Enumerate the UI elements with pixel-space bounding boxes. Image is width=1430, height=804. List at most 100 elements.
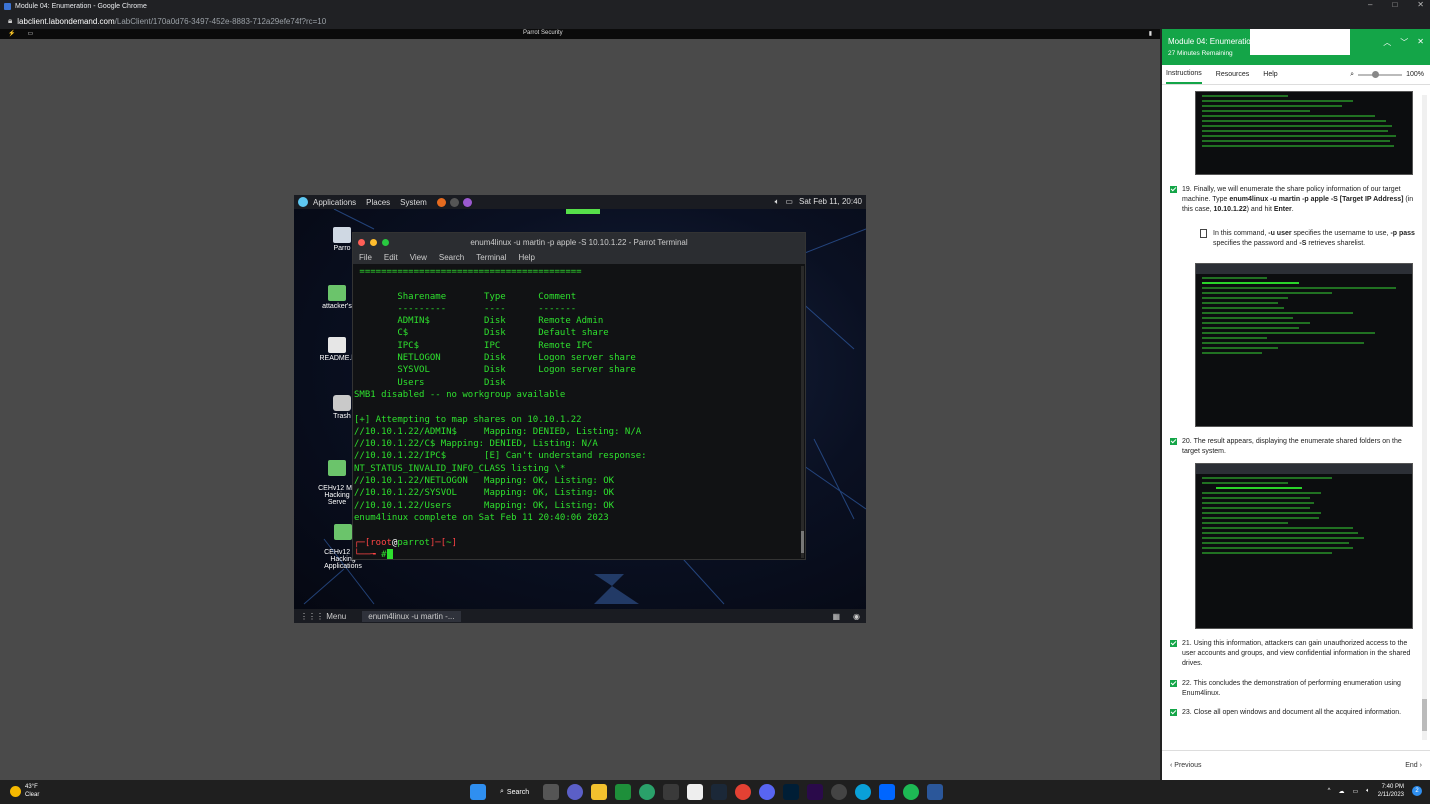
checkbox-checked-icon[interactable] xyxy=(1170,709,1177,716)
xbox-icon[interactable] xyxy=(615,784,632,800)
taskbar-search[interactable]: ⌕ Search xyxy=(494,788,535,796)
scrollbar-thumb[interactable] xyxy=(801,531,804,553)
vm-menu-label: Menu xyxy=(326,611,347,621)
zoom-slider[interactable] xyxy=(1358,70,1403,78)
taskbar-terminal-task[interactable]: enum4linux -u martin -... xyxy=(362,610,461,622)
panel-scrollbar[interactable] xyxy=(1422,95,1427,740)
network-icon[interactable]: ▭ xyxy=(1352,788,1358,795)
panel-scrollbar-thumb[interactable] xyxy=(1422,699,1427,731)
onedrive-icon[interactable]: ☁ xyxy=(1338,788,1344,795)
volume-icon[interactable]: 🔈︎ xyxy=(775,197,780,207)
previous-label: Previous xyxy=(1174,762,1202,769)
lightning-icon[interactable]: ⚡ xyxy=(8,30,15,37)
terminal-menu-view[interactable]: View xyxy=(410,253,427,262)
search-icon[interactable]: ⌕ xyxy=(1350,71,1354,79)
notepad-icon[interactable] xyxy=(687,784,704,800)
prompt-bracket: ] xyxy=(451,537,457,548)
weather-widget[interactable]: 43°F Clear xyxy=(10,783,39,799)
screenshot-thumbnail-result[interactable] xyxy=(1195,463,1413,629)
tab-resources[interactable]: Resources xyxy=(1216,66,1249,83)
photoshop-icon[interactable] xyxy=(783,784,800,800)
terminal-line: C$ Disk Default share xyxy=(354,328,609,339)
discord-icon[interactable] xyxy=(759,784,776,800)
terminal-line: //10.10.1.22/SYSVOL Mapping: OK, Listing… xyxy=(354,488,615,499)
previous-button[interactable]: ‹ Previous xyxy=(1170,762,1202,769)
vm-menu-button[interactable]: ⋮⋮⋮ Menu xyxy=(300,612,346,621)
machine-name[interactable]: Parrot Security xyxy=(523,30,563,36)
tray-chevron-icon[interactable]: ^ xyxy=(1328,788,1331,794)
vm-clock: Sat Feb 11, 20:40 xyxy=(798,197,862,206)
trash-icon xyxy=(333,395,351,411)
terminal-line: [+] Attempting to map shares on 10.10.1.… xyxy=(354,414,582,425)
terminal-scrollbar[interactable] xyxy=(801,266,804,558)
firefox-icon[interactable] xyxy=(436,197,446,207)
lab-toolbar: ⚡ ▭ Parrot Security ▮ xyxy=(0,29,1160,39)
note-b: specifies the username to use, xyxy=(1291,230,1391,237)
folder-icon xyxy=(334,524,352,540)
address-bar[interactable]: 🔒︎ labclient.labondemand.com /LabClient/… xyxy=(0,13,1430,29)
tab-instructions[interactable]: Instructions xyxy=(1166,65,1202,84)
chrome-icon[interactable] xyxy=(735,784,752,800)
step-number: 21. xyxy=(1182,640,1192,647)
file-explorer-icon[interactable] xyxy=(591,784,608,800)
terminal-titlebar[interactable]: enum4linux -u martin -p apple -S 10.10.1… xyxy=(353,233,805,251)
prompt-host: parrot xyxy=(397,537,430,548)
terminal-menu-help[interactable]: Help xyxy=(518,253,534,262)
terminal-menu-file[interactable]: File xyxy=(359,253,372,262)
terminal-menu-edit[interactable]: Edit xyxy=(384,253,398,262)
tab-help[interactable]: Help xyxy=(1263,66,1277,83)
chat-app-icon[interactable] xyxy=(567,784,584,800)
monitor-icon[interactable]: ▭ xyxy=(27,30,33,37)
end-button[interactable]: End › xyxy=(1405,762,1422,769)
checkbox-checked-icon[interactable] xyxy=(1170,680,1177,687)
screenshot-thumbnail-groups[interactable] xyxy=(1195,91,1413,175)
terminal-menu-search[interactable]: Search xyxy=(439,253,464,262)
screenshot-thumbnail-command[interactable] xyxy=(1195,263,1413,427)
menu-system[interactable]: System xyxy=(400,198,427,207)
app-launcher-icon[interactable] xyxy=(462,197,472,207)
terminal-line: //10.10.1.22/IPC$ [E] Can't understand r… xyxy=(354,451,647,462)
spotify-icon[interactable] xyxy=(903,784,920,800)
terminal-output[interactable]: ========================================… xyxy=(353,264,799,559)
minimize-button[interactable]: – xyxy=(1368,0,1372,9)
menu-applications[interactable]: Applications xyxy=(313,198,356,207)
menu-places[interactable]: Places xyxy=(366,198,390,207)
volume-tray-icon[interactable]: 🔈︎ xyxy=(1366,788,1370,795)
edge-icon[interactable] xyxy=(639,784,656,800)
step-command[interactable]: enum4linux -u martin -p apple -S [Target… xyxy=(1229,196,1403,203)
windows-start-icon[interactable] xyxy=(470,784,486,800)
parrot-logo-icon[interactable] xyxy=(298,197,308,207)
checkbox-checked-icon[interactable] xyxy=(1170,640,1177,647)
collapse-down-icon[interactable]: ﹀ xyxy=(1400,37,1408,48)
workspace-icon[interactable]: ◉ xyxy=(853,612,860,621)
checkbox-checked-icon[interactable] xyxy=(1170,438,1177,445)
app-icon[interactable] xyxy=(879,784,896,800)
terminal-window[interactable]: enum4linux -u martin -p apple -S 10.10.1… xyxy=(352,232,806,560)
taskbar-clock[interactable]: 7:40 PM 2/11/2023 xyxy=(1378,783,1404,799)
checkbox-checked-icon[interactable] xyxy=(1170,186,1177,193)
store-icon[interactable] xyxy=(663,784,680,800)
music-icon[interactable] xyxy=(831,784,848,800)
zoom-knob[interactable] xyxy=(1372,70,1380,78)
close-window-button[interactable]: ✕ xyxy=(1417,0,1424,9)
steam-icon[interactable] xyxy=(711,784,728,800)
terminal-line: Sharename Type Comment xyxy=(354,291,577,302)
prompt-input-line[interactable]: └──╼ # xyxy=(354,549,798,559)
chat-icon[interactable]: ▭ xyxy=(785,197,793,207)
step-23: 23. Close all open windows and document … xyxy=(1170,708,1416,718)
step-ip[interactable]: 10.10.1.22 xyxy=(1214,206,1247,213)
terminal-launcher-icon[interactable] xyxy=(449,197,459,207)
task-view-icon[interactable] xyxy=(543,784,560,800)
instructions-content[interactable]: 19. Finally, we will enumerate the share… xyxy=(1164,85,1426,740)
close-panel-icon[interactable]: ✕ xyxy=(1417,37,1424,48)
notification-badge[interactable]: 2 xyxy=(1412,786,1422,796)
terminal-line: --------- ---- ------- xyxy=(354,303,577,314)
collapse-up-icon[interactable]: ︿ xyxy=(1383,37,1391,48)
keyboard-icon[interactable]: ▦ xyxy=(832,612,840,621)
word-icon[interactable] xyxy=(927,784,944,800)
windows-taskbar: 43°F Clear ⌕ Search ^ ☁ ▭ 🔈︎ 7:40 PM 2/11/… xyxy=(0,780,1430,804)
maximize-button[interactable]: □ xyxy=(1392,0,1397,9)
cortana-icon[interactable] xyxy=(855,784,872,800)
premiere-icon[interactable] xyxy=(807,784,824,800)
terminal-menu-terminal[interactable]: Terminal xyxy=(476,253,506,262)
